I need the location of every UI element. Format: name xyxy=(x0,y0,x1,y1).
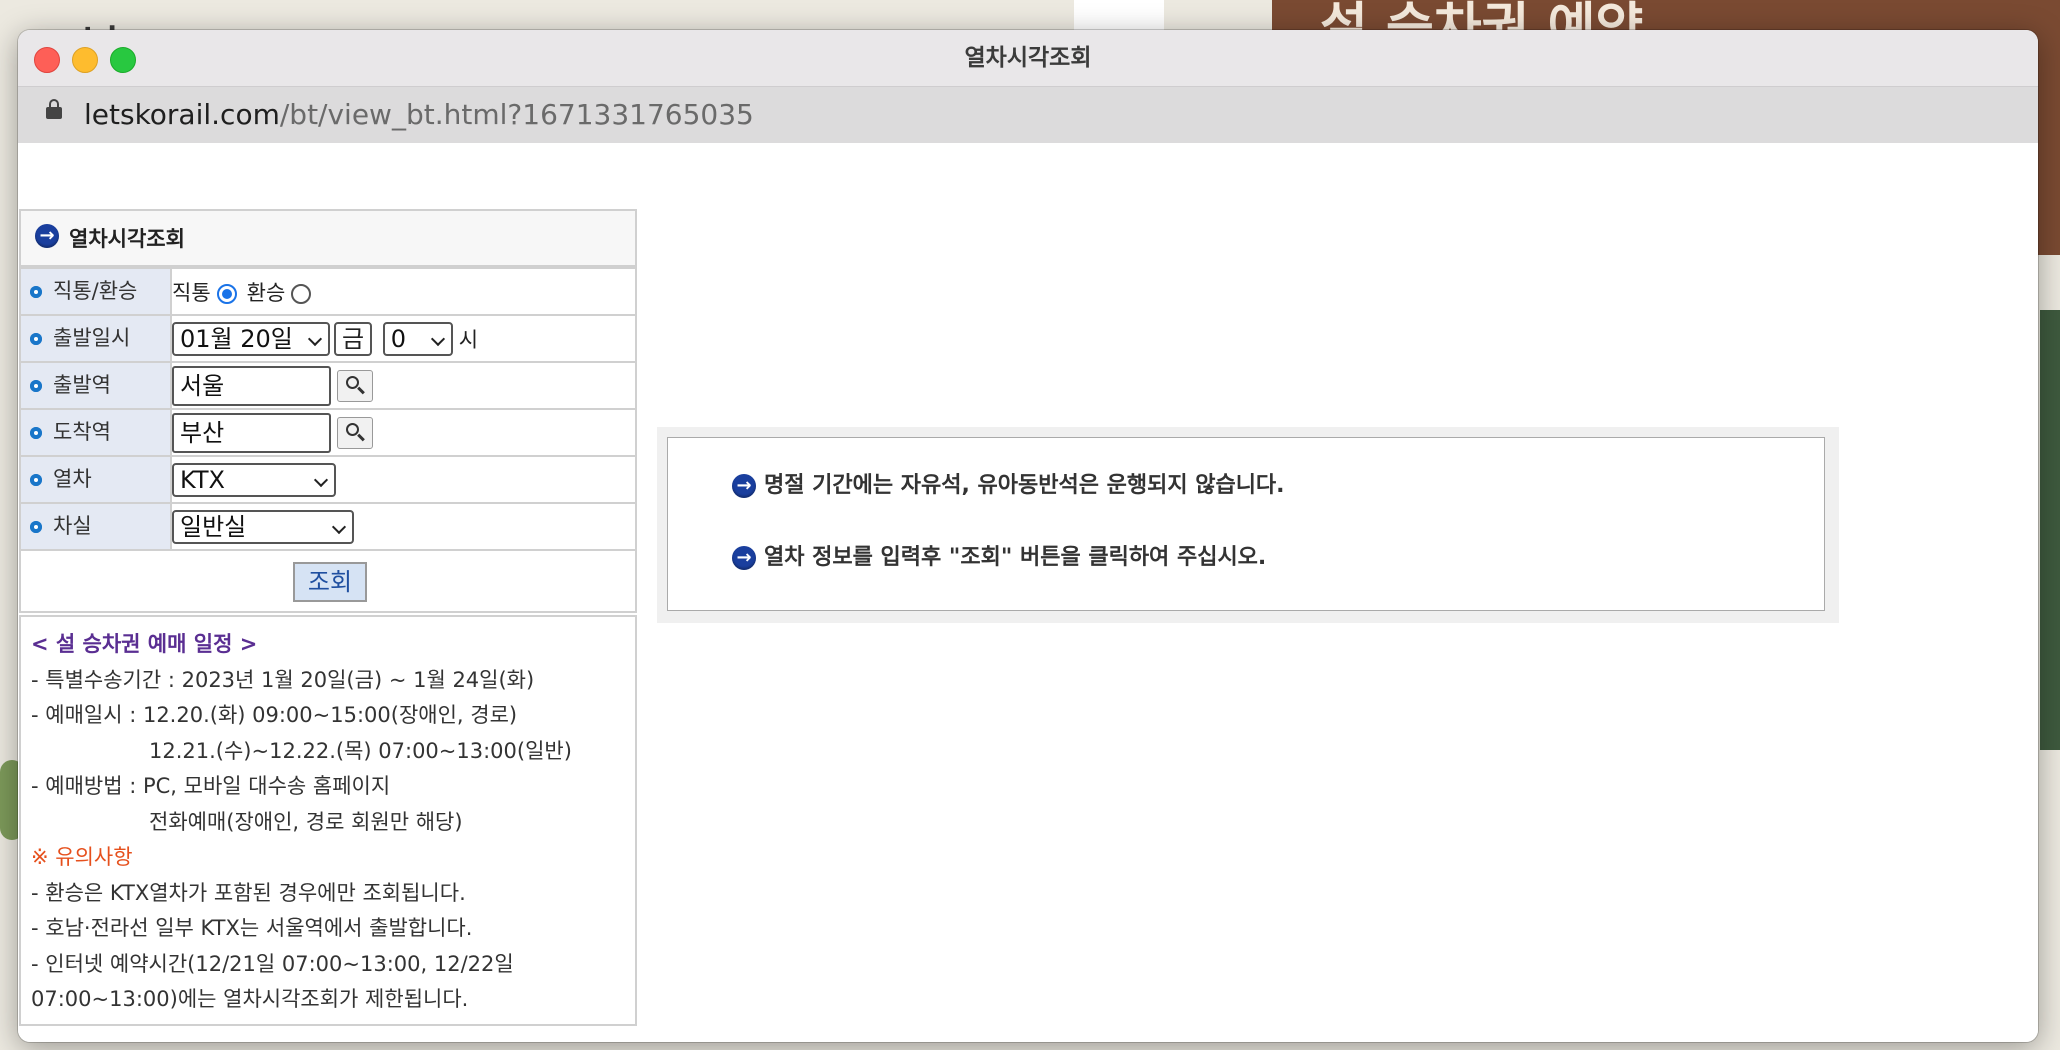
search-icon-handle xyxy=(357,386,365,394)
car-class-select[interactable]: 일반실 xyxy=(172,509,354,544)
bullet-icon xyxy=(30,333,42,345)
notice-line: - 특별수송기간 : 2023년 1월 20일(금) ~ 1월 24일(화) xyxy=(31,667,535,692)
date-select-value: 01월 20일 xyxy=(180,324,293,353)
notice-line: - 예매일시 : 12.20.(화) 09:00~15:00(장애인, 경로) xyxy=(31,703,518,727)
chevron-down-icon xyxy=(313,472,329,487)
departure-inputs: 01월 20일 금 0 시 xyxy=(170,314,637,363)
caution-title: ※ 유의사항 xyxy=(31,845,133,869)
window-titlebar[interactable]: 열차시각조회 xyxy=(18,30,2038,87)
search-icon xyxy=(346,422,359,436)
window-title: 열차시각조회 xyxy=(964,45,1092,71)
car-inputs: 일반실 xyxy=(170,502,637,551)
info-panel: → 명절 기간에는 자유석, 유아동반석은 운행되지 않습니다. → 열차 정보를 … xyxy=(657,427,1839,623)
chevron-down-icon xyxy=(307,331,323,346)
train-label-cell: 열차 xyxy=(19,455,172,504)
arrival-station-search-button[interactable] xyxy=(337,416,373,449)
caution-line: - 환승은 KTX열차가 포함된 경우에만 조회됩니다. xyxy=(31,880,466,905)
info-text: 명절 기간에는 자유석, 유아동반석은 운행되지 않습니다. xyxy=(764,473,1285,498)
hour-select-value: 0 xyxy=(390,324,407,353)
form-row-departure: 출발일시 01월 20일 금 0 시 xyxy=(19,314,637,363)
caution-line: - 호남·전라선 일부 KTX는 서울역에서 출발합니다. xyxy=(31,916,473,940)
search-icon-handle xyxy=(357,433,365,441)
arrow-right-icon: → xyxy=(35,224,59,248)
chevron-down-icon xyxy=(430,331,445,346)
bullet-icon xyxy=(30,427,42,439)
form-row-train: 열차 KTX xyxy=(19,455,637,504)
bullet-icon xyxy=(30,286,42,298)
from-inputs: 서울 xyxy=(170,361,637,410)
notice-box: < 설 승차권 예매 일정 > - 특별수송기간 : 2023년 1월 20일(… xyxy=(19,615,637,1026)
transfer-option-label: 환승 xyxy=(246,280,286,305)
bullet-icon xyxy=(30,521,42,533)
car-label-cell: 차실 xyxy=(19,502,172,551)
departure-station-search-button[interactable] xyxy=(337,369,373,402)
from-label: 출발역 xyxy=(53,373,111,397)
route-type-label-cell: 직통/환승 xyxy=(19,267,172,316)
background-green-band xyxy=(2040,310,2060,750)
train-type-select[interactable]: KTX xyxy=(172,462,336,497)
url-path: /bt/view_bt.html?1671331765035 xyxy=(279,98,754,131)
form-row-to: 도착역 부산 xyxy=(19,408,637,457)
url-text[interactable]: letskorail.com/bt/view_bt.html?167133176… xyxy=(84,87,754,143)
bullet-icon xyxy=(30,380,42,392)
notice-title: < 설 승차권 예매 일정 > xyxy=(31,632,258,656)
info-box: → 명절 기간에는 자유석, 유아동반석은 운행되지 않습니다. → 열차 정보를 … xyxy=(667,437,1825,611)
direct-radio[interactable] xyxy=(216,283,237,304)
panel-header: → 열차시각조회 xyxy=(19,209,637,267)
to-inputs: 부산 xyxy=(170,408,637,457)
popup-window: 열차시각조회 letskorail.com/bt/view_bt.html?16… xyxy=(18,30,2038,1042)
hour-unit-label: 시 xyxy=(458,327,479,352)
page-content: → 열차시각조회 직통/환승 직통 환승 출발일시 01월 20일 금 0 시 출… xyxy=(18,143,2038,1042)
info-line-holiday: → 명절 기간에는 자유석, 유아동반석은 운행되지 않습니다. xyxy=(732,472,1285,500)
search-panel: → 열차시각조회 직통/환승 직통 환승 출발일시 01월 20일 금 0 시 출… xyxy=(19,209,637,1026)
caution-line: - 인터넷 예약시간(12/21일 07:00~13:00, 12/22일 xyxy=(31,951,514,976)
transfer-radio[interactable] xyxy=(291,283,312,304)
query-button[interactable]: 조회 xyxy=(293,562,367,602)
to-label-cell: 도착역 xyxy=(19,408,172,457)
info-text: 열차 정보를 입력후 "조회" 버튼을 클릭하여 주십시오. xyxy=(764,545,1267,570)
arrival-station-input[interactable]: 부산 xyxy=(172,412,331,453)
from-label-cell: 출발역 xyxy=(19,361,172,410)
direct-option-label: 직통 xyxy=(172,280,211,305)
lock-icon xyxy=(46,99,62,119)
train-inputs: KTX xyxy=(170,455,637,504)
route-type-options: 직통 환승 xyxy=(170,267,637,316)
to-label: 도착역 xyxy=(53,420,111,444)
panel-title: 열차시각조회 xyxy=(69,227,185,251)
form-row-from: 출발역 서울 xyxy=(19,361,637,410)
train-label: 열차 xyxy=(53,467,92,491)
date-select[interactable]: 01월 20일 xyxy=(172,321,330,356)
form-row-car: 차실 일반실 xyxy=(19,502,637,551)
notice-line: - 예매방법 : PC, 모바일 대수송 홈페이지 xyxy=(31,774,391,798)
train-type-value: KTX xyxy=(180,465,225,494)
notice-line: 전화예매(장애인, 경로 회원만 해당) xyxy=(149,809,463,834)
caution-line: 07:00~13:00)에는 열차시각조회가 제한됩니다. xyxy=(31,987,469,1011)
arrow-right-icon: → xyxy=(732,474,756,498)
car-class-value: 일반실 xyxy=(180,512,247,541)
form-row-route-type: 직통/환승 직통 환승 xyxy=(19,267,637,316)
query-button-row: 조회 xyxy=(19,551,637,613)
departure-label: 출발일시 xyxy=(53,326,131,350)
hour-select[interactable]: 0 xyxy=(382,321,453,356)
url-bar[interactable]: letskorail.com/bt/view_bt.html?167133176… xyxy=(18,87,2038,144)
departure-label-cell: 출발일시 xyxy=(19,314,172,363)
route-type-label: 직통/환승 xyxy=(53,279,138,303)
weekday-display: 금 xyxy=(334,321,373,356)
departure-station-input[interactable]: 서울 xyxy=(172,365,331,406)
search-form: 직통/환승 직통 환승 출발일시 01월 20일 금 0 시 출발역 서울 도착역… xyxy=(19,267,637,551)
info-line-instruction: → 열차 정보를 입력후 "조회" 버튼을 클릭하여 주십시오. xyxy=(732,544,1266,572)
car-label: 차실 xyxy=(53,514,92,538)
notice-line: 12.21.(수)~12.22.(목) 07:00~13:00(일반) xyxy=(149,738,572,763)
url-host: letskorail.com xyxy=(84,98,280,131)
chevron-down-icon xyxy=(331,519,347,534)
arrow-right-icon: → xyxy=(732,546,756,570)
search-icon xyxy=(346,375,359,389)
bullet-icon xyxy=(30,474,42,486)
